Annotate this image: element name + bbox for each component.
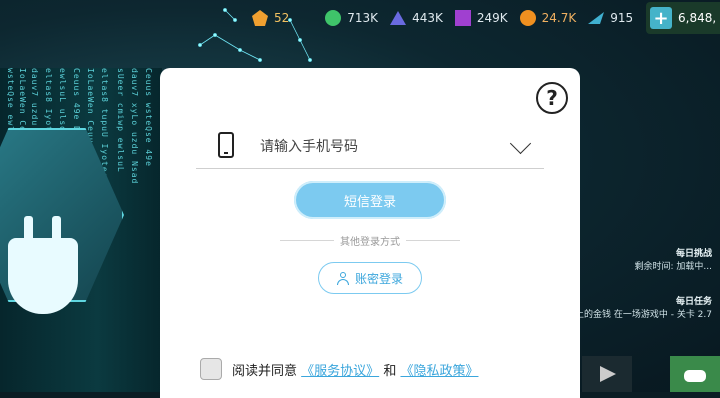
phone-input[interactable] bbox=[258, 134, 512, 160]
resource-value: 443K bbox=[412, 11, 443, 25]
daily-challenge[interactable]: 每日挑战 剩余时间: 加载中... bbox=[635, 246, 712, 272]
resource-level: 52 bbox=[250, 8, 289, 28]
phone-icon bbox=[218, 132, 234, 158]
pentagon-icon bbox=[252, 10, 268, 26]
chevron-down-icon[interactable] bbox=[509, 132, 532, 155]
phone-field-row bbox=[196, 128, 544, 169]
resource-value: 713K bbox=[347, 11, 379, 25]
agreement-row: 阅读并同意 《服务协议》 和 《隐私政策》 bbox=[200, 358, 478, 380]
and-text: 和 bbox=[383, 363, 397, 379]
resource-blue: 443K bbox=[388, 8, 443, 28]
daily-challenge-title: 每日挑战 bbox=[675, 249, 712, 259]
power-plug-icon bbox=[8, 216, 78, 314]
gamepad-icon bbox=[684, 370, 706, 382]
other-methods-label: 其他登录方式 bbox=[340, 237, 400, 248]
stripes-icon bbox=[454, 10, 471, 26]
money-value: 6,848, bbox=[678, 11, 717, 25]
account-login-button[interactable]: 账密登录 bbox=[318, 262, 422, 294]
other-methods-divider: 其他登录方式 bbox=[280, 233, 460, 248]
resource-value: 52 bbox=[274, 11, 290, 25]
divider-line bbox=[406, 240, 460, 241]
leaf-icon bbox=[325, 10, 342, 26]
resource-cyan: 915 bbox=[586, 8, 633, 28]
agree-checkbox[interactable] bbox=[200, 358, 222, 380]
play-icon bbox=[600, 366, 616, 382]
money-display: + 6,848, bbox=[646, 2, 720, 34]
play-button[interactable] bbox=[582, 356, 632, 392]
resource-value: 249K bbox=[476, 11, 508, 25]
account-login-label: 账密登录 bbox=[354, 271, 403, 286]
help-button[interactable]: ? bbox=[536, 82, 568, 114]
resource-orange: 24.7K bbox=[518, 8, 577, 28]
daily-challenge-subtitle: 剩余时间: 加载中... bbox=[634, 262, 712, 272]
wing-icon bbox=[588, 12, 605, 24]
game-mode-button[interactable] bbox=[670, 356, 720, 392]
divider-line bbox=[280, 240, 334, 241]
resource-purple: 249K bbox=[453, 8, 508, 28]
triangle-icon bbox=[390, 11, 407, 25]
login-dialog: ? 短信登录 其他登录方式 账密登录 阅读并同意 《服务协议》 和 《隐私政策》 bbox=[160, 68, 580, 398]
add-money-button[interactable]: + bbox=[650, 7, 672, 29]
agree-text: 阅读并同意 bbox=[232, 363, 298, 379]
sms-login-button[interactable]: 短信登录 bbox=[294, 181, 446, 219]
resource-value: 24.7K bbox=[541, 11, 577, 25]
user-icon bbox=[336, 271, 349, 285]
service-agreement-link[interactable]: 《服务协议》 bbox=[301, 364, 379, 379]
figure-icon bbox=[519, 10, 536, 26]
resource-green: 713K bbox=[323, 8, 378, 28]
privacy-policy-link[interactable]: 《隐私政策》 bbox=[400, 364, 478, 379]
resource-value: 915 bbox=[610, 11, 634, 25]
